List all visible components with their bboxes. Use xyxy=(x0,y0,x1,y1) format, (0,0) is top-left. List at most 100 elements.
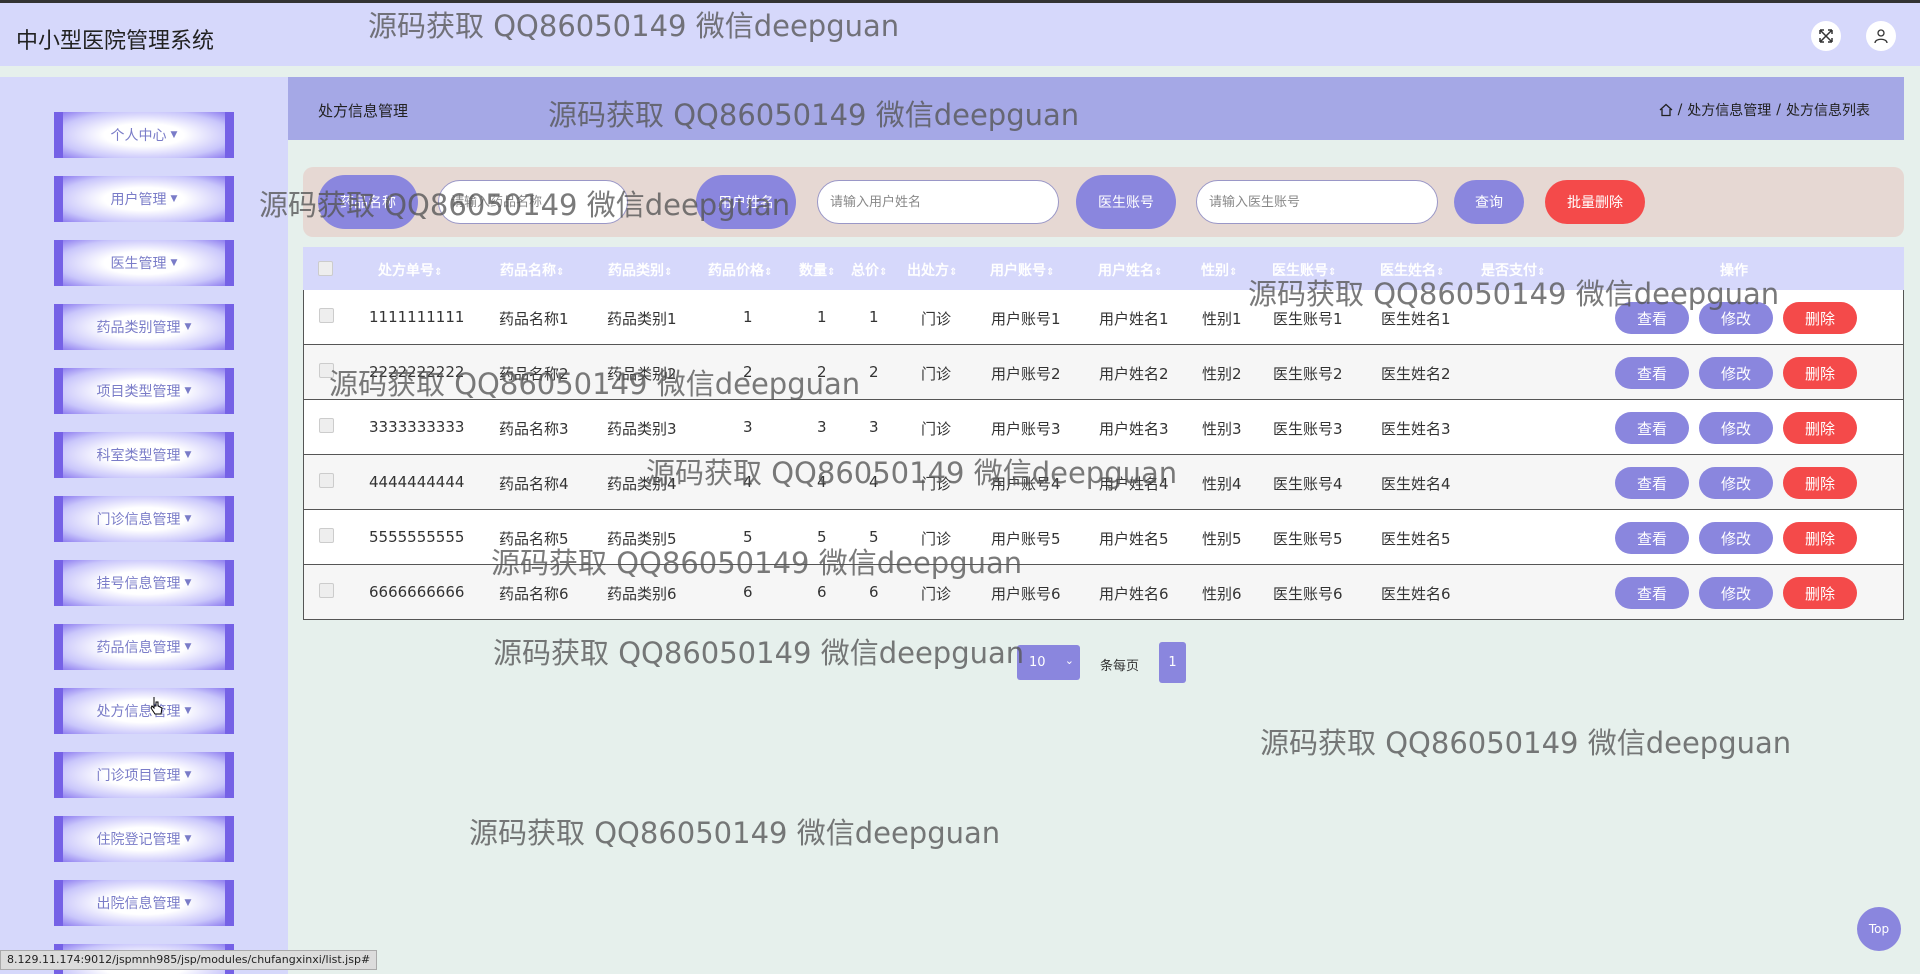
column-header[interactable]: 出处方⇕ xyxy=(907,260,957,280)
sort-icon: ⇕ xyxy=(664,267,673,278)
caret-down-icon: ▼ xyxy=(184,898,192,908)
back-to-top-button[interactable]: Top xyxy=(1857,907,1901,951)
breadcrumb: / 处方信息管理 / 处方信息列表 xyxy=(1659,100,1870,120)
cell-source: 门诊 xyxy=(921,530,952,548)
cell-total: 2 xyxy=(869,363,879,381)
cell-user-name: 用户姓名6 xyxy=(1099,585,1169,603)
sidebar-item-discharge-info[interactable]: 出院信息管理 ▼ xyxy=(54,880,234,926)
cell-prescription-no: 4444444444 xyxy=(369,473,465,491)
delete-button[interactable]: 删除 xyxy=(1783,577,1857,609)
cell-user-name: 用户姓名1 xyxy=(1099,310,1169,328)
doctor-account-input[interactable] xyxy=(1196,180,1438,224)
column-header[interactable]: 药品价格⇕ xyxy=(708,260,772,280)
edit-button[interactable]: 修改 xyxy=(1699,357,1773,389)
view-button[interactable]: 查看 xyxy=(1615,357,1689,389)
query-button[interactable]: 查询 xyxy=(1454,180,1524,224)
view-button[interactable]: 查看 xyxy=(1615,302,1689,334)
home-icon[interactable] xyxy=(1659,103,1673,117)
sidebar-item-personal-center[interactable]: 个人中心 ▼ xyxy=(54,112,234,158)
column-header[interactable]: 医生账号⇕ xyxy=(1272,260,1336,280)
sidebar-item-doctors[interactable]: 医生管理 ▼ xyxy=(54,240,234,286)
edit-button[interactable]: 修改 xyxy=(1699,412,1773,444)
page-size-select[interactable]: 10 ⌄ xyxy=(1017,645,1080,680)
column-header[interactable]: 处方单号⇕ xyxy=(378,260,442,280)
cell-quantity: 2 xyxy=(817,363,827,381)
column-header[interactable]: 药品名称⇕ xyxy=(500,260,564,280)
sort-icon: ⇕ xyxy=(1046,267,1055,278)
page-number-button[interactable]: 1 xyxy=(1159,642,1186,683)
top-bar: 中小型医院管理系统 xyxy=(0,0,1920,66)
drug-name-input[interactable] xyxy=(438,180,628,224)
user-icon[interactable] xyxy=(1866,21,1896,51)
breadcrumb-item[interactable]: 处方信息管理 xyxy=(1687,100,1771,120)
cell-doctor-account: 医生账号6 xyxy=(1273,585,1343,603)
select-all-checkbox[interactable] xyxy=(318,261,333,276)
delete-button[interactable]: 删除 xyxy=(1783,357,1857,389)
app-title: 中小型医院管理系统 xyxy=(16,29,215,54)
sort-icon: ⇕ xyxy=(1328,267,1337,278)
column-header[interactable]: 数量⇕ xyxy=(799,260,835,280)
row-checkbox[interactable] xyxy=(319,473,334,488)
edit-button[interactable]: 修改 xyxy=(1699,522,1773,554)
cell-quantity: 3 xyxy=(817,418,827,436)
sort-icon: ⇕ xyxy=(1537,267,1546,278)
row-checkbox[interactable] xyxy=(319,418,334,433)
row-checkbox[interactable] xyxy=(319,583,334,598)
view-button[interactable]: 查看 xyxy=(1615,522,1689,554)
cell-doctor-name: 医生姓名6 xyxy=(1381,585,1451,603)
watermark: 源码获取 QQ86050149 微信deepguan xyxy=(469,816,1001,850)
column-header[interactable]: 用户姓名⇕ xyxy=(1098,260,1162,280)
row-checkbox[interactable] xyxy=(319,363,334,378)
sidebar-item-project-types[interactable]: 项目类型管理 ▼ xyxy=(54,368,234,414)
sidebar-item-inpatient-registration[interactable]: 住院登记管理 ▼ xyxy=(54,816,234,862)
view-button[interactable]: 查看 xyxy=(1615,467,1689,499)
sidebar-item-prescription-info[interactable]: 处方信息管理 ▼ xyxy=(54,688,234,734)
sort-icon: ⇕ xyxy=(556,267,565,278)
column-header[interactable]: 总价⇕ xyxy=(851,260,887,280)
sidebar-item-outpatient-info[interactable]: 门诊信息管理 ▼ xyxy=(54,496,234,542)
column-header[interactable]: 性别⇕ xyxy=(1201,260,1237,280)
column-header[interactable]: 医生姓名⇕ xyxy=(1380,260,1444,280)
cell-user-account: 用户账号4 xyxy=(991,475,1061,493)
column-header[interactable]: 是否支付⇕ xyxy=(1481,260,1545,280)
delete-button[interactable]: 删除 xyxy=(1783,302,1857,334)
delete-button[interactable]: 删除 xyxy=(1783,522,1857,554)
sidebar-item-label: 个人中心 xyxy=(110,128,167,144)
edit-button[interactable]: 修改 xyxy=(1699,467,1773,499)
expand-icon[interactable] xyxy=(1811,21,1841,51)
cell-drug-category: 药品类别1 xyxy=(607,310,677,328)
table-row: 5555555555 药品名称5 药品类别5 5 5 5 门诊 用户账号5 用户… xyxy=(303,510,1904,565)
sidebar-item-outpatient-projects[interactable]: 门诊项目管理 ▼ xyxy=(54,752,234,798)
cell-drug-category: 药品类别4 xyxy=(607,475,677,493)
column-header[interactable]: 用户账号⇕ xyxy=(990,260,1054,280)
sidebar-item-drug-info[interactable]: 药品信息管理 ▼ xyxy=(54,624,234,670)
row-checkbox[interactable] xyxy=(319,528,334,543)
sidebar-item-label: 科室类型管理 xyxy=(96,448,181,464)
view-button[interactable]: 查看 xyxy=(1615,577,1689,609)
edit-button[interactable]: 修改 xyxy=(1699,302,1773,334)
cell-gender: 性别3 xyxy=(1202,420,1242,438)
delete-button[interactable]: 删除 xyxy=(1783,467,1857,499)
sidebar-item-label: 用户管理 xyxy=(110,192,167,208)
sidebar-item-department-types[interactable]: 科室类型管理 ▼ xyxy=(54,432,234,478)
cell-doctor-account: 医生账号4 xyxy=(1273,475,1343,493)
cell-doctor-account: 医生账号2 xyxy=(1273,365,1343,383)
cell-user-name: 用户姓名3 xyxy=(1099,420,1169,438)
row-checkbox[interactable] xyxy=(319,308,334,323)
cell-user-name: 用户姓名4 xyxy=(1099,475,1169,493)
cell-price: 2 xyxy=(743,363,753,381)
batch-delete-button[interactable]: 批量删除 xyxy=(1545,180,1645,224)
delete-button[interactable]: 删除 xyxy=(1783,412,1857,444)
view-button[interactable]: 查看 xyxy=(1615,412,1689,444)
caret-down-icon: ▼ xyxy=(170,258,178,268)
cell-total: 3 xyxy=(869,418,879,436)
user-name-input[interactable] xyxy=(817,180,1059,224)
sidebar: 个人中心 ▼ 用户管理 ▼ 医生管理 ▼ 药品类别管理 ▼ 项目类型管理 ▼ 科室类型管理… xyxy=(0,77,288,974)
sidebar-item-label: 门诊信息管理 xyxy=(96,512,181,528)
sidebar-item-users[interactable]: 用户管理 ▼ xyxy=(54,176,234,222)
sidebar-item-drug-categories[interactable]: 药品类别管理 ▼ xyxy=(54,304,234,350)
cell-doctor-name: 医生姓名5 xyxy=(1381,530,1451,548)
column-header[interactable]: 药品类别⇕ xyxy=(608,260,672,280)
sidebar-item-registration-info[interactable]: 挂号信息管理 ▼ xyxy=(54,560,234,606)
edit-button[interactable]: 修改 xyxy=(1699,577,1773,609)
